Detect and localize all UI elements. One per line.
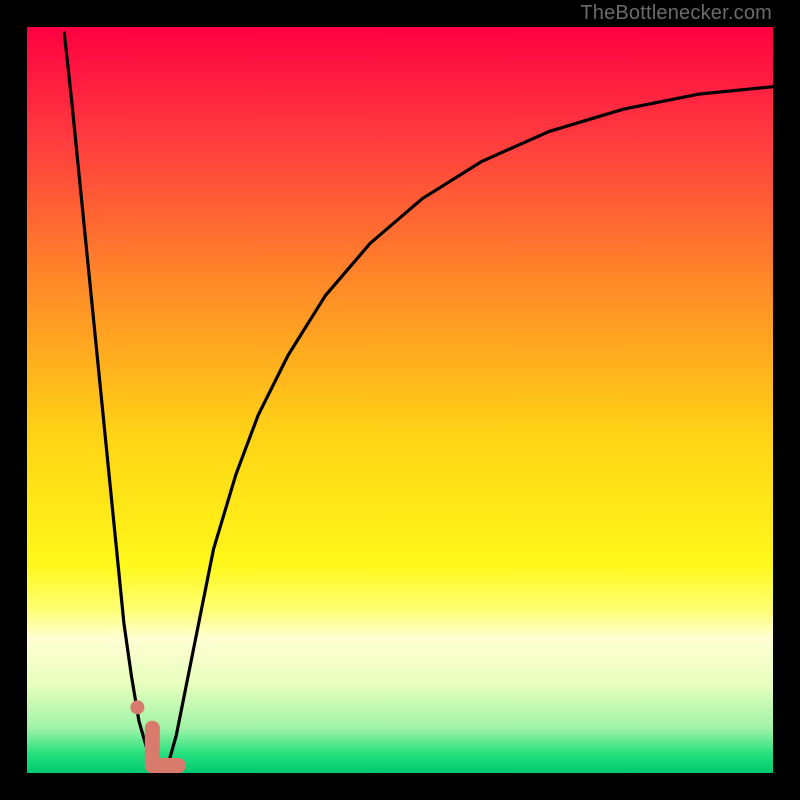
chart-frame: TheBottlenecker.com bbox=[0, 0, 800, 800]
plot-area bbox=[27, 27, 773, 773]
chart-svg bbox=[27, 27, 773, 773]
gradient-background bbox=[27, 27, 773, 773]
watermark-text: TheBottlenecker.com bbox=[580, 2, 772, 25]
data-point-dot bbox=[130, 700, 144, 714]
